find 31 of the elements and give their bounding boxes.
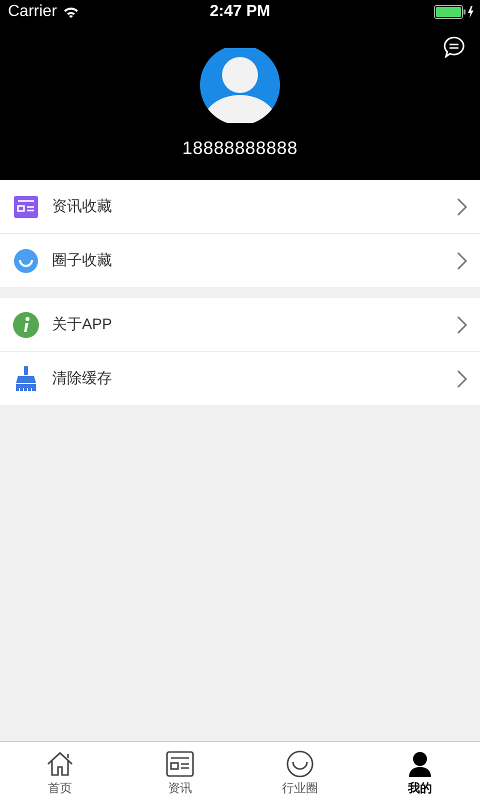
- home-icon: [46, 751, 74, 777]
- carrier-name: Carrier: [8, 3, 57, 21]
- tab-item[interactable]: 我的: [360, 742, 480, 800]
- chat-icon[interactable]: [443, 36, 465, 58]
- status-time: 2:47 PM: [208, 3, 272, 21]
- battery-icon: [434, 5, 474, 19]
- chevron-icon: [457, 252, 467, 270]
- chevron-icon: [457, 316, 467, 334]
- menu-label: 清除缓存: [52, 369, 113, 388]
- avatar-icon[interactable]: [200, 48, 280, 123]
- menu-item[interactable]: 资讯收藏: [0, 180, 480, 234]
- news-icon: [14, 196, 38, 218]
- person-icon: [408, 751, 432, 777]
- chevron-icon: [457, 198, 467, 216]
- menu-item[interactable]: 清除缓存: [0, 352, 480, 405]
- smile-icon: [14, 248, 38, 272]
- tab-item[interactable]: 行业圈: [240, 742, 360, 800]
- phone-number: 18888888888: [182, 138, 298, 159]
- menu-item[interactable]: 关于APP: [0, 298, 480, 352]
- chevron-icon: [457, 370, 467, 388]
- menu-label: 圈子收藏: [52, 251, 113, 270]
- smile-icon: [286, 750, 314, 778]
- news-icon: [166, 751, 194, 777]
- tab-item[interactable]: 首页: [0, 742, 120, 800]
- menu-label: 关于APP: [52, 315, 114, 334]
- info-icon: [13, 312, 39, 338]
- menu-label: 资讯收藏: [52, 197, 113, 216]
- menu-item[interactable]: 圈子收藏: [0, 234, 480, 287]
- wifi-icon: [62, 6, 79, 18]
- broom-icon: [15, 366, 37, 392]
- tab-item[interactable]: 资讯: [120, 742, 240, 800]
